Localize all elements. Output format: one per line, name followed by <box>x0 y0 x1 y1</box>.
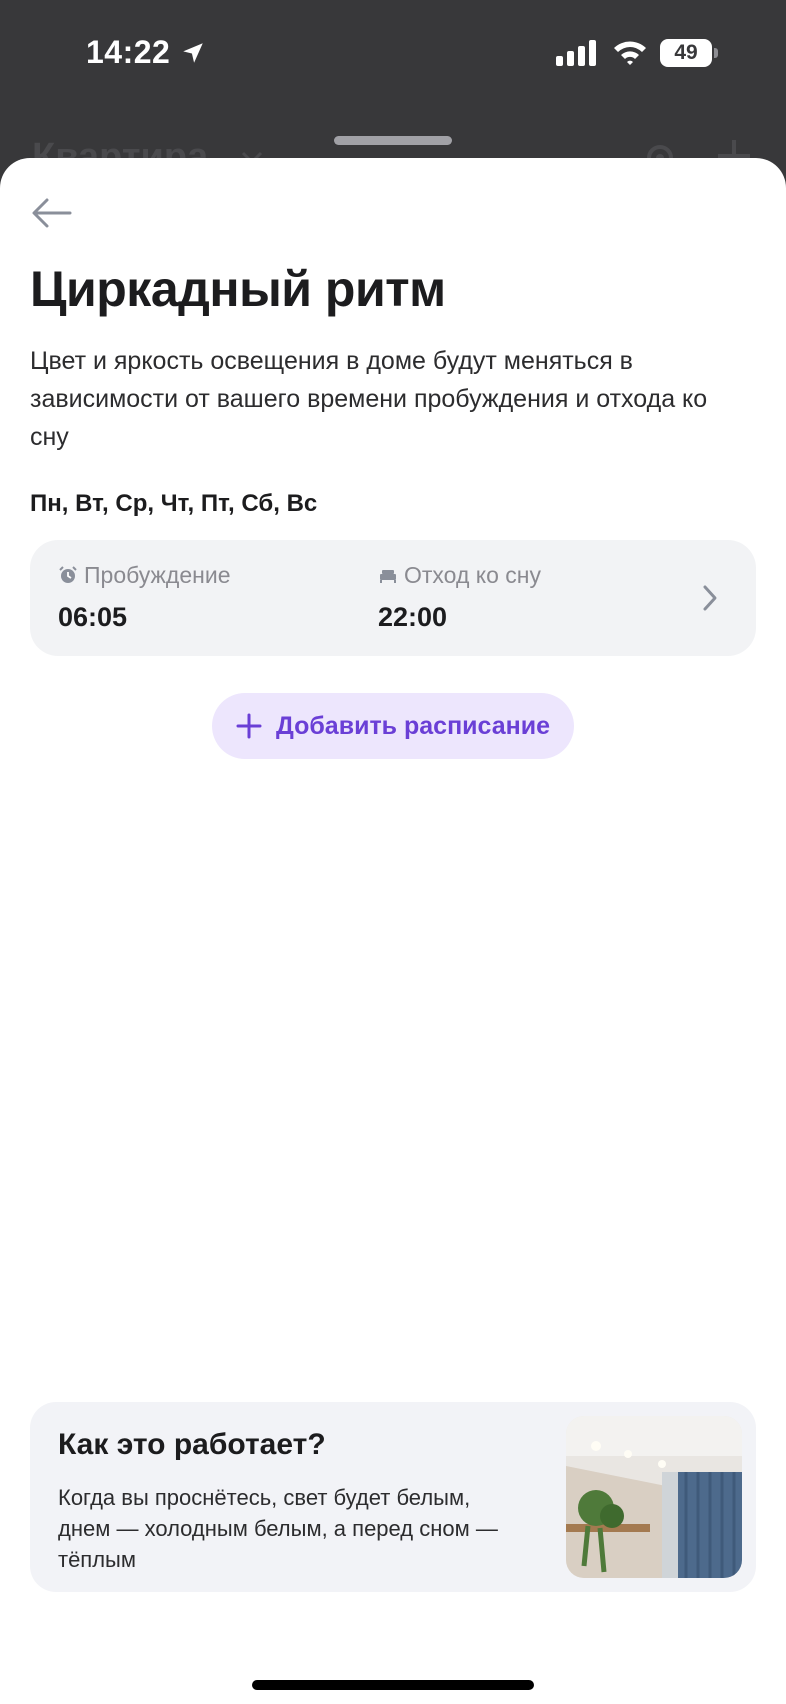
wake-column: Пробуждение 06:05 <box>58 560 230 633</box>
wake-time: 06:05 <box>58 602 128 632</box>
info-card-title: Как это работает? <box>58 1428 326 1461</box>
sleep-time: 22:00 <box>378 602 448 632</box>
page-title: Циркадный ритм <box>30 261 446 317</box>
add-schedule-label: Добавить расписание <box>275 711 551 740</box>
wifi-icon <box>614 41 646 65</box>
info-card-text: Когда вы проснётесь, свет будет белым, д… <box>58 1485 498 1572</box>
schedule-card[interactable]: Пробуждение 06:05 Отход ко сну 22:00 <box>30 540 756 656</box>
schedule-days: Пн, Вт, Ср, Чт, Пт, Сб, Вс <box>30 490 318 517</box>
battery-nub <box>714 48 718 58</box>
sleep-column: Отход ко сну 22:00 <box>378 560 541 633</box>
sleep-label-row: Отход ко сну <box>378 560 541 590</box>
battery-level: 49 <box>674 41 698 64</box>
bottom-sheet: Циркадный ритм Цвет и яркость освещения … <box>0 158 786 1704</box>
room-photo <box>566 1416 742 1578</box>
wake-label-row: Пробуждение <box>58 560 230 590</box>
battery-icon: 49 <box>660 39 712 67</box>
chevron-right-icon <box>703 585 717 611</box>
status-bar: 14:22 49 <box>0 0 786 110</box>
bed-icon <box>380 570 396 583</box>
page-description: Цвет и яркость освещения в доме будут ме… <box>30 347 708 451</box>
cellular-signal-icon <box>556 40 596 66</box>
sleep-label: Отход ко сну <box>404 561 541 588</box>
how-it-works-card[interactable]: Как это работает? Когда вы проснётесь, с… <box>30 1402 756 1592</box>
location-arrow-icon <box>183 43 203 63</box>
sheet-grabber[interactable] <box>334 136 452 145</box>
alarm-clock-icon <box>59 566 77 583</box>
home-indicator <box>252 1680 534 1690</box>
status-time: 14:22 <box>86 34 171 70</box>
back-arrow-icon[interactable] <box>30 196 74 230</box>
wake-label: Пробуждение <box>84 561 231 588</box>
add-schedule-button[interactable]: Добавить расписание <box>212 693 574 759</box>
plus-icon <box>236 713 262 739</box>
